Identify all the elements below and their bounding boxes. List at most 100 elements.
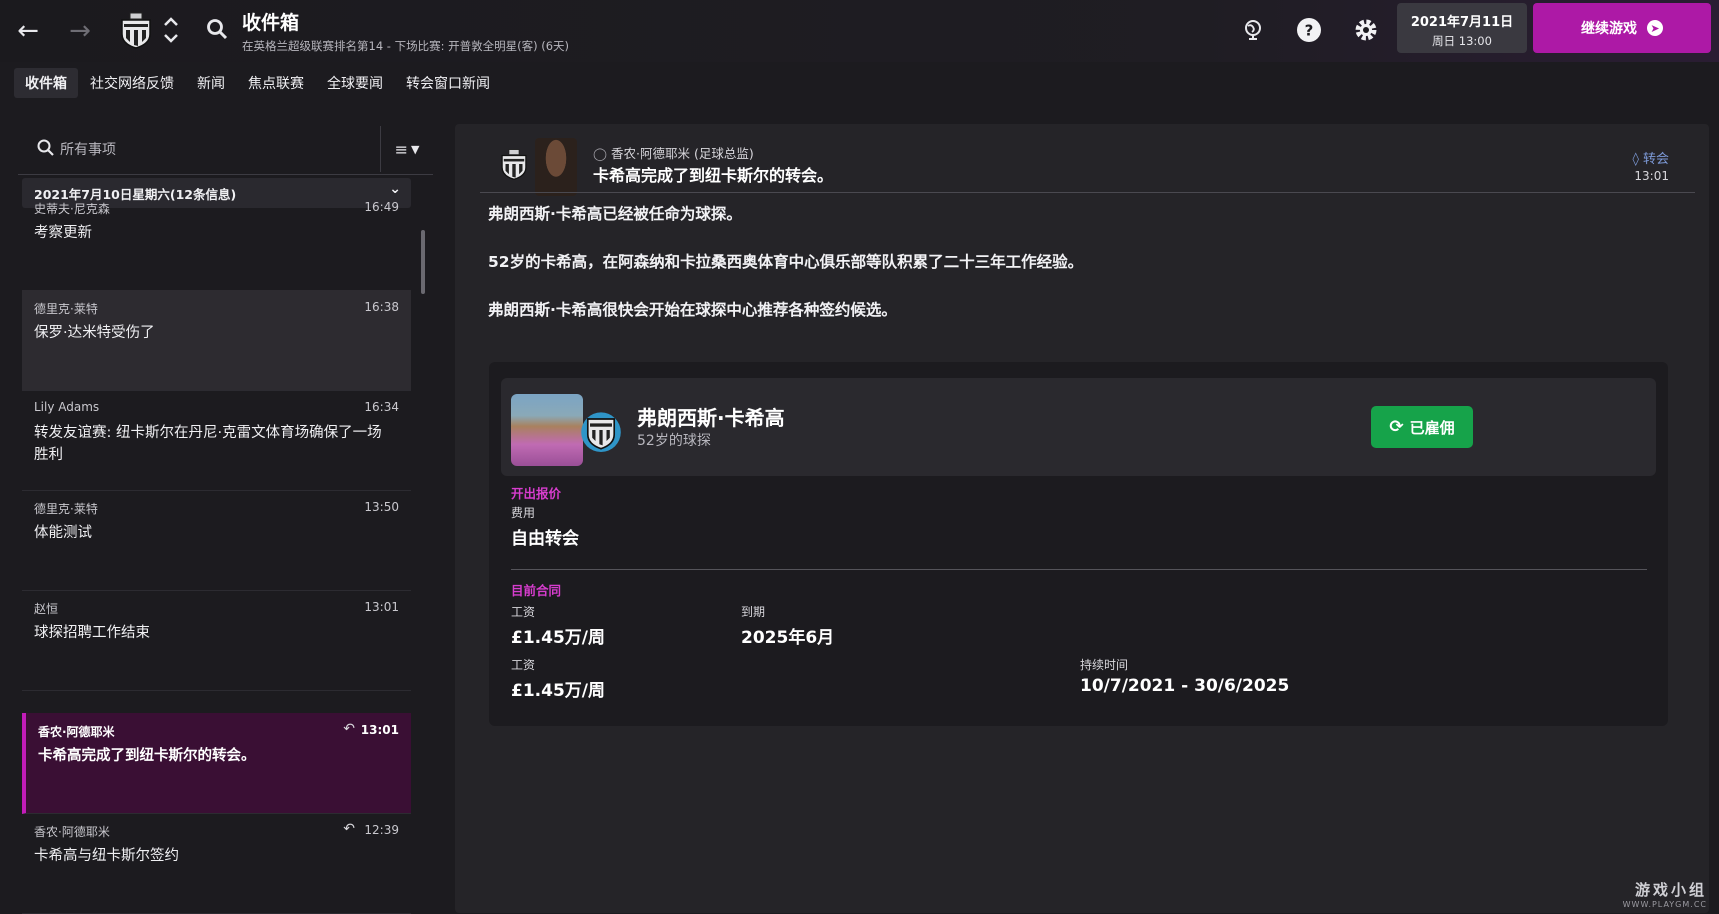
contract-section-title: 目前合同 <box>511 583 562 598</box>
message-subject: 体能测试 <box>34 525 92 541</box>
message-sender: Lily Adams <box>34 400 100 414</box>
gear-icon[interactable] <box>1350 14 1382 46</box>
message-sender: 香农·阿德耶米 <box>38 725 115 739</box>
message-list-panel: 所有事项 ≡ ▼ 2021年7月10日星期六(12条信息) ⌄ 史蒂夫·尼克森 1… <box>18 124 433 914</box>
game-date: 2021年7月11日 <box>1410 15 1514 30</box>
message-list-item[interactable]: 德里克·莱特 16:38 保罗·达米特受伤了 <box>22 290 411 391</box>
message-list-item[interactable]: 赵恒 13:01 球探招聘工作结束 <box>22 590 411 691</box>
wage-value: £1.45万/周 <box>511 681 605 701</box>
message-time: 16:38 <box>364 300 399 314</box>
globe-icon[interactable] <box>1237 14 1269 46</box>
tab-focus-league[interactable]: 焦点联赛 <box>237 68 315 98</box>
staff-role: 52岁的球探 <box>637 433 711 449</box>
fee-label: 费用 <box>511 506 536 520</box>
help-icon[interactable]: ? <box>1293 14 1325 46</box>
fee-value: 自由转会 <box>511 529 579 549</box>
wage-label: 工资 <box>511 658 536 672</box>
tab-transfer-window-news[interactable]: 转会窗口新闻 <box>395 68 501 98</box>
message-subject: 转发友谊赛: 纽卡斯尔在丹尼·克雷文体育场确保了一场胜利 <box>34 425 382 463</box>
expiry-label: 到期 <box>741 605 766 619</box>
game-time: 周日 13:00 <box>1432 34 1492 48</box>
message-sender: 德里克·莱特 <box>34 502 98 516</box>
message-header: ◯ 香农·阿德耶米 (足球总监) 卡希高完成了到纽卡斯尔的转会。 ◊ 转会 13:0… <box>455 124 1709 196</box>
tab-social-feed[interactable]: 社交网络反馈 <box>79 68 185 98</box>
watermark-url: WWW.PLAYGM.CC <box>1622 900 1707 909</box>
forward-arrow-icon[interactable]: → <box>62 13 98 49</box>
staff-contract-card: 弗朗西斯·卡希高 52岁的球探 ⟳ 已雇佣 开出报价 费用 自由转会 目前合同 … <box>489 362 1668 726</box>
up-down-chevron-icon[interactable] <box>162 14 180 46</box>
tag-icon: ◊ <box>1632 152 1639 167</box>
reply-icon: ↶ <box>343 821 355 837</box>
message-tag-label: 转会 <box>1642 152 1669 167</box>
message-subject: 球探招聘工作结束 <box>34 625 150 641</box>
message-tag[interactable]: ◊ 转会 <box>1633 148 1669 167</box>
hired-label: 已雇佣 <box>1409 418 1455 437</box>
card-divider <box>511 569 1647 570</box>
message-subject: 卡希高与纽卡斯尔签约 <box>34 848 179 864</box>
message-time: 13:01 <box>364 600 399 614</box>
inbox-tabs: 收件箱 社交网络反馈 新闻 焦点联赛 全球要闻 转会窗口新闻 <box>14 68 502 98</box>
arrow-right-circle-icon: ➤ <box>1647 20 1663 36</box>
message-paragraph: 弗朗西斯·卡希高很快会开始在球探中心推荐各种签约候选。 <box>488 301 897 319</box>
message-list-item[interactable]: Lily Adams 16:34 转发友谊赛: 纽卡斯尔在丹尼·克雷文体育场确保… <box>22 390 411 491</box>
tab-world-news[interactable]: 全球要闻 <box>316 68 394 98</box>
duration-value: 10/7/2021 - 30/6/2025 <box>1080 676 1290 696</box>
expiry-value: 2025年6月 <box>741 628 835 648</box>
top-bar: ← → 收件箱 在英格兰超级联赛排名第14 - 下场比赛: 开普敦全明星(客) … <box>0 0 1719 62</box>
message-list-item[interactable]: 德里克·莱特 13:50 体能测试 <box>22 490 411 591</box>
message-subject: 考察更新 <box>34 225 92 241</box>
filter-menu-button[interactable]: ≡ ▼ <box>380 126 433 172</box>
message-list-item[interactable]: 史蒂夫·尼克森 16:49 考察更新 <box>22 190 411 291</box>
reply-icon: ↶ <box>343 721 355 737</box>
message-paragraph: 52岁的卡希高，在阿森纳和卡拉桑西奥体育中心俱乐部等队积累了二十三年工作经验。 <box>488 253 1084 271</box>
message-time: 16:34 <box>364 400 399 414</box>
message-sender: 香农·阿德耶米 <box>34 825 110 839</box>
message-sender: 赵恒 <box>34 602 59 616</box>
message-subject: 保罗·达米特受伤了 <box>34 325 155 341</box>
message-time: 13:50 <box>364 500 399 514</box>
header-divider <box>480 192 1695 193</box>
message-list-item-selected[interactable]: 香农·阿德耶米 ↶ 13:01 卡希高完成了到纽卡斯尔的转会。 <box>22 713 411 814</box>
message-search-input[interactable]: 所有事项 <box>60 139 116 159</box>
staff-photo[interactable] <box>511 394 583 466</box>
message-from[interactable]: ◯ 香农·阿德耶米 (足球总监) <box>593 143 754 162</box>
staff-profile-row: 弗朗西斯·卡希高 52岁的球探 ⟳ 已雇佣 <box>501 378 1656 476</box>
message-subject: 卡希高完成了到纽卡斯尔的转会。 <box>38 748 256 764</box>
hired-button[interactable]: ⟳ 已雇佣 <box>1371 406 1473 448</box>
page-subtitle: 在英格兰超级联赛排名第14 - 下场比赛: 开普敦全明星(客) (6天) <box>242 39 570 53</box>
page-title: 收件箱 <box>242 12 300 34</box>
svg-text:?: ? <box>1305 22 1314 40</box>
message-sender: 史蒂夫·尼克森 <box>34 202 110 216</box>
club-crest-icon <box>581 412 621 452</box>
game-date-box[interactable]: 2021年7月11日 周日 13:00 <box>1397 3 1527 53</box>
message-detail-panel: ◯ 香农·阿德耶米 (足球总监) 卡希高完成了到纽卡斯尔的转会。 ◊ 转会 13:0… <box>455 124 1709 913</box>
scrollbar[interactable] <box>421 230 425 294</box>
watermark-text: 游戏小组 <box>1634 881 1707 899</box>
wage-label: 工资 <box>511 605 536 619</box>
message-detail-time: 13:01 <box>1634 169 1669 183</box>
message-time: 13:01 <box>360 723 399 737</box>
back-arrow-icon[interactable]: ← <box>10 13 46 49</box>
refresh-icon: ⟳ <box>1389 417 1404 437</box>
page-title-block: 收件箱 在英格兰超级联赛排名第14 - 下场比赛: 开普敦全明星(客) (6天) <box>242 8 569 54</box>
tab-inbox[interactable]: 收件箱 <box>14 68 78 98</box>
sender-avatar[interactable] <box>535 138 577 196</box>
staff-name[interactable]: 弗朗西斯·卡希高 <box>637 402 785 431</box>
search-icon[interactable] <box>205 17 229 41</box>
message-time: 16:49 <box>364 200 399 214</box>
offer-section-title: 开出报价 <box>511 486 562 501</box>
continue-game-label: 继续游戏 <box>1581 21 1637 37</box>
message-sender: 德里克·莱特 <box>34 302 98 316</box>
message-from-label: 香农·阿德耶米 (足球总监) <box>611 146 754 161</box>
message-search-row: 所有事项 ≡ ▼ <box>18 124 433 175</box>
continue-game-button[interactable]: 继续游戏 ➤ <box>1533 3 1711 53</box>
chevron-down-icon: ▼ <box>410 142 420 156</box>
message-list-item[interactable]: 香农·阿德耶米 ↶ 12:39 卡希高与纽卡斯尔签约 <box>22 813 411 914</box>
message-time: 12:39 <box>364 823 399 837</box>
search-icon <box>37 139 54 156</box>
message-paragraph: 弗朗西斯·卡希高已经被任命为球探。 <box>488 205 742 223</box>
tab-news[interactable]: 新闻 <box>186 68 236 98</box>
wage-value: £1.45万/周 <box>511 628 605 648</box>
list-menu-icon: ≡ <box>394 139 408 159</box>
club-crest-icon[interactable] <box>116 10 156 50</box>
